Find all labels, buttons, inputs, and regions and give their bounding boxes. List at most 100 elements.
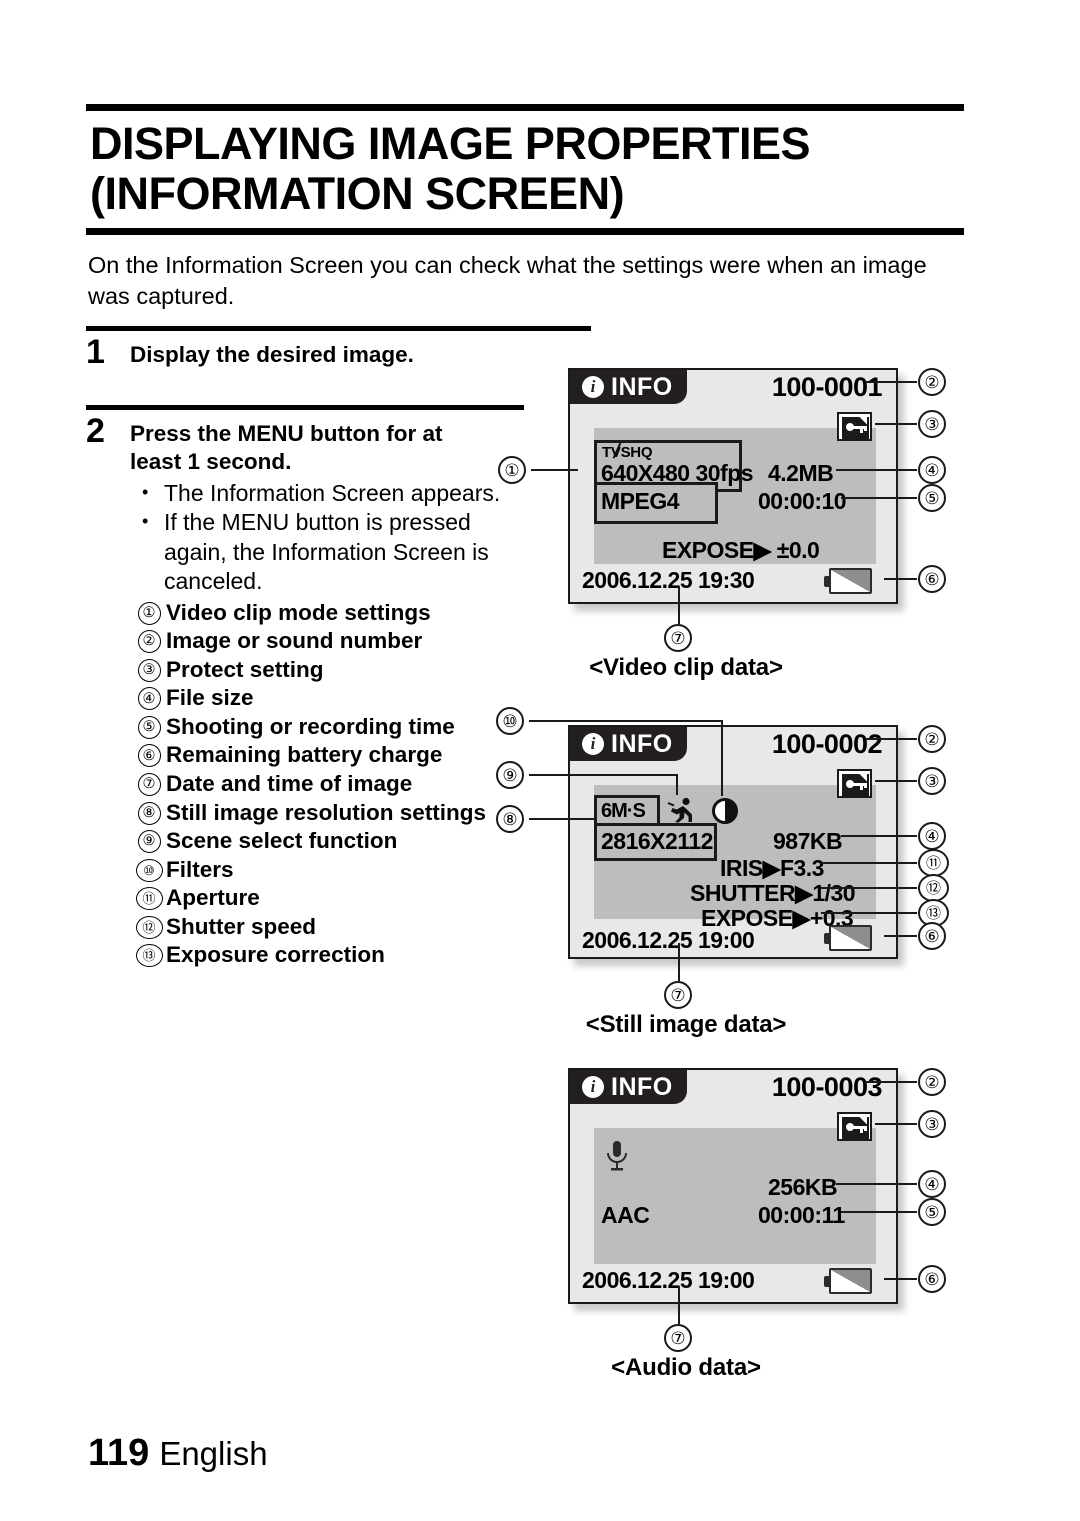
- page-footer: 119 English: [88, 1432, 268, 1475]
- audio-file-size: 256KB: [768, 1174, 838, 1200]
- play-arrow-icon: ▶: [762, 855, 781, 881]
- callout-4: ④: [918, 456, 946, 484]
- battery-icon: [824, 1268, 872, 1294]
- list-item: ② Image or sound number: [132, 627, 536, 656]
- still-iris-row: IRIS▶F3.3: [720, 855, 824, 882]
- protect-key-tooth: [864, 1125, 867, 1131]
- callout-6: ⑥: [918, 565, 946, 593]
- leader-line-6: [884, 935, 917, 937]
- leader-line-2: [865, 1081, 917, 1083]
- leader-line-5: [841, 1211, 917, 1213]
- callout-2: ②: [918, 368, 946, 396]
- bullet-text: The Information Screen appears.: [164, 479, 501, 506]
- figure-video-clip: i INFO 100-0001 TVSHQ 640X480 30fps MPEG…: [498, 362, 1080, 681]
- file-number-video: 100-0001: [771, 372, 883, 402]
- list-item: ⑩ Filters: [132, 856, 536, 885]
- legend-number: ⑤: [132, 713, 166, 739]
- legend-number: ⑫: [132, 913, 166, 939]
- list-item: ⑦ Date and time of image: [132, 770, 536, 799]
- legend-label: Aperture: [166, 885, 260, 911]
- shutter-label: SHUTTER: [690, 880, 796, 906]
- iris-value: F3.3: [779, 855, 825, 881]
- figure-caption-audio: <Audio data>: [611, 1354, 761, 1381]
- leader-line-6: [884, 578, 917, 580]
- leader-line-6: [884, 1278, 917, 1280]
- video-expose-row: EXPOSE▶ ±0.0: [662, 537, 820, 564]
- video-codec: MPEG4: [601, 488, 680, 514]
- page-title: DISPLAYING IMAGE PROPERTIES (INFORMATION…: [90, 118, 810, 219]
- still-datetime: 2006.12.25 19:00: [582, 927, 755, 953]
- legend-label: Remaining battery charge: [166, 742, 443, 768]
- play-arrow-icon: ▶: [792, 905, 811, 931]
- protect-icon: [837, 769, 872, 798]
- figure-audio: i INFO 100-0003 256KB 00:00:11 AAC 2006.…: [568, 1062, 1080, 1381]
- page-number: 119: [88, 1432, 150, 1474]
- figure-caption-still: <Still image data>: [585, 1011, 787, 1038]
- legend-label: Still image resolution settings: [166, 799, 487, 825]
- leader-line-4: [841, 835, 917, 837]
- bullet-text: If the MENU button is pressed again, the…: [164, 509, 489, 595]
- page-language: English: [159, 1435, 268, 1472]
- figure-still-image: i INFO 100-0002 6M·S 2816X2112 987KB IRI…: [496, 707, 1080, 1038]
- still-file-size: 987KB: [773, 828, 843, 854]
- leader-line-9-v: [676, 774, 678, 795]
- video-datetime: 2006.12.25 19:30: [582, 567, 755, 593]
- list-item: ④ File size: [132, 684, 536, 713]
- list-item: ⑬ Exposure correction: [132, 941, 536, 970]
- info-badge: i INFO: [570, 370, 687, 404]
- callout-7: ⑦: [664, 1324, 692, 1352]
- callout-4: ④: [918, 822, 946, 850]
- callout-4: ④: [918, 1170, 946, 1198]
- audio-datetime: 2006.12.25 19:00: [582, 1267, 755, 1293]
- callout-1: ①: [498, 456, 526, 484]
- legend-list: ① Video clip mode settings ② Image or so…: [132, 599, 536, 970]
- quality-tag-icon: TVSHQ: [602, 444, 652, 461]
- list-item: • If the MENU button is pressed again, t…: [142, 508, 536, 596]
- intro-paragraph: On the Information Screen you can check …: [88, 252, 927, 310]
- play-arrow-icon: ▶: [753, 537, 772, 563]
- quality-suffix: SHQ: [620, 444, 653, 461]
- bullet-dot-icon: •: [142, 511, 149, 532]
- protect-key-tooth: [864, 782, 867, 788]
- quality-prefix: T: [602, 444, 611, 461]
- leader-line-11: [821, 862, 917, 864]
- leader-line-8: [529, 818, 596, 820]
- bullet-dot-icon: •: [142, 481, 149, 502]
- legend-number: ④: [132, 684, 166, 711]
- callout-7: ⑦: [664, 624, 692, 652]
- list-item: ⑤ Shooting or recording time: [132, 713, 536, 742]
- filter-icon: [712, 798, 738, 824]
- protect-icon: [837, 1112, 872, 1141]
- leader-line-9-h: [529, 774, 678, 776]
- info-icon: i: [582, 733, 604, 755]
- leader-line-1: [531, 469, 578, 471]
- battery-fill: [831, 570, 870, 592]
- list-item: ③ Protect setting: [132, 656, 536, 685]
- leader-line-4: [836, 1183, 917, 1185]
- callout-3: ③: [918, 767, 946, 795]
- info-label: INFO: [611, 1072, 673, 1101]
- protect-key-tooth: [860, 782, 863, 790]
- list-item: ① Video clip mode settings: [132, 599, 536, 628]
- info-badge: i INFO: [570, 1070, 687, 1104]
- video-expose-value: ±0.0: [776, 537, 820, 563]
- callout-9: ⑨: [496, 761, 524, 789]
- legend-number: ⑧: [132, 799, 166, 825]
- callout-2: ②: [918, 1068, 946, 1096]
- audio-codec: AAC: [601, 1202, 650, 1228]
- legend-label: File size: [166, 685, 254, 711]
- callout-5: ⑤: [918, 484, 946, 512]
- list-item: ⑫ Shutter speed: [132, 913, 536, 942]
- leader-line-10-v: [721, 720, 723, 796]
- callout-7: ⑦: [664, 981, 692, 1009]
- callout-5: ⑤: [918, 1198, 946, 1226]
- file-number-still: 100-0002: [771, 729, 883, 759]
- shutter-value: 1/30: [812, 880, 856, 906]
- microphone-icon: [607, 1141, 627, 1171]
- callout-3: ③: [918, 410, 946, 438]
- video-file-size: 4.2MB: [768, 460, 834, 486]
- list-item: ⑪ Aperture: [132, 884, 536, 913]
- callout-6: ⑥: [918, 922, 946, 950]
- list-item: ⑥ Remaining battery charge: [132, 741, 536, 770]
- legend-number: ⑦: [132, 770, 166, 796]
